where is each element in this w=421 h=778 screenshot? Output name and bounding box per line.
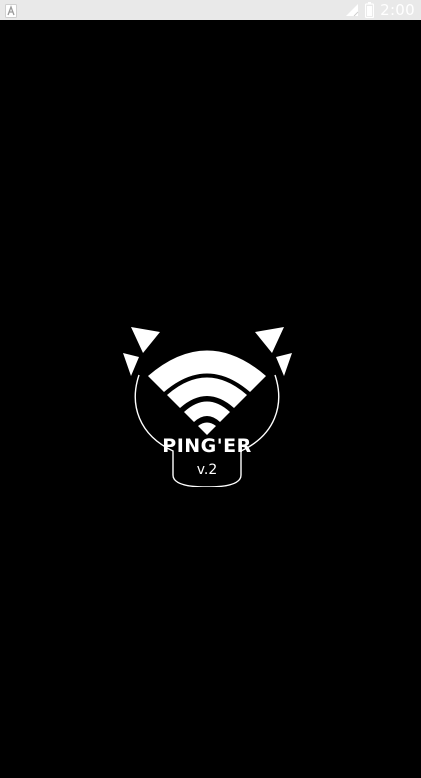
app-version: v.2 <box>196 462 218 478</box>
battery-icon <box>365 2 375 18</box>
splash-screen: 2:00 PING'ER v.2 <box>0 0 421 778</box>
status-icons: 2:00 <box>345 0 415 20</box>
notification-a-icon <box>5 3 17 18</box>
status-time: 2:00 <box>380 1 415 19</box>
app-logo: PING'ER v.2 <box>121 325 293 487</box>
app-name: PING'ER <box>162 435 252 457</box>
status-bar: 2:00 <box>0 0 421 20</box>
signal-icon <box>345 3 359 17</box>
